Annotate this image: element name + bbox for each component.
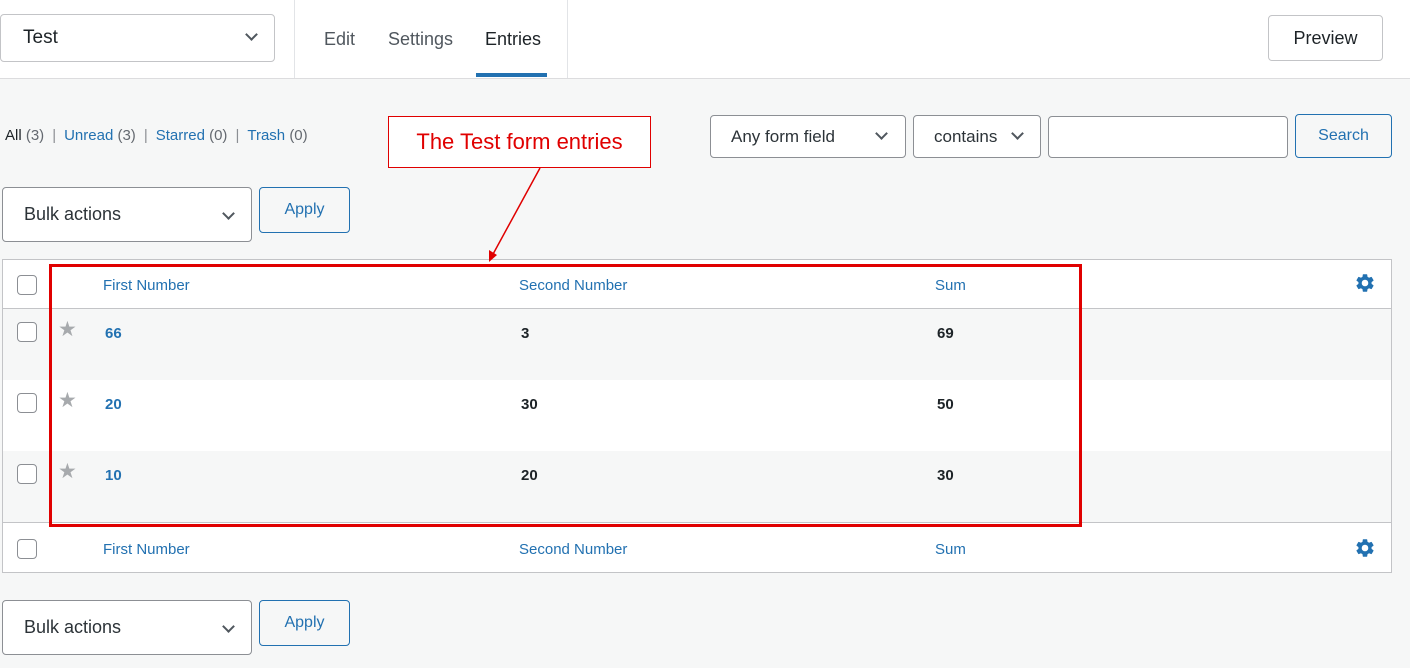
divider bbox=[294, 0, 295, 78]
gear-icon[interactable] bbox=[1354, 272, 1376, 294]
select-all-checkbox-bottom[interactable] bbox=[17, 539, 37, 559]
chevron-down-icon bbox=[1011, 127, 1024, 140]
row-checkbox[interactable] bbox=[17, 322, 37, 342]
apply-button-top[interactable]: Apply bbox=[259, 187, 350, 233]
apply-button-bottom[interactable]: Apply bbox=[259, 600, 350, 646]
row-checkbox[interactable] bbox=[17, 393, 37, 413]
active-tab-indicator bbox=[476, 73, 547, 77]
filter-starred[interactable]: Starred (0) bbox=[156, 127, 228, 144]
form-selector-value: Test bbox=[23, 27, 58, 48]
filter-unread-count: (3) bbox=[117, 127, 136, 144]
chevron-down-icon bbox=[245, 28, 258, 41]
preview-button[interactable]: Preview bbox=[1268, 15, 1383, 61]
search-input[interactable] bbox=[1048, 116, 1288, 158]
filter-trash[interactable]: Trash (0) bbox=[247, 127, 307, 144]
filter-trash-count: (0) bbox=[289, 127, 308, 144]
tab-settings[interactable]: Settings bbox=[388, 0, 453, 78]
search-operator-select[interactable]: contains bbox=[913, 115, 1041, 158]
chevron-down-icon bbox=[222, 620, 235, 633]
table-footer: First Number Second Number Sum bbox=[3, 522, 1391, 572]
status-filters: All (3) | Unread (3) | Starred (0) | Trash (0) bbox=[5, 127, 308, 144]
filter-separator: | bbox=[52, 127, 57, 144]
chevron-down-icon bbox=[222, 207, 235, 220]
tab-edit[interactable]: Edit bbox=[324, 0, 355, 78]
filter-all[interactable]: All (3) bbox=[5, 127, 44, 144]
top-bar: Test Edit Settings Entries Preview bbox=[0, 0, 1410, 79]
bulk-actions-select-bottom[interactable]: Bulk actions bbox=[2, 600, 252, 655]
search-field-select-value: Any form field bbox=[731, 127, 835, 146]
annotation-label: The Test form entries bbox=[388, 116, 651, 168]
tab-entries[interactable]: Entries bbox=[485, 0, 541, 78]
annotation-highlight-box bbox=[49, 264, 1082, 527]
search-field-select[interactable]: Any form field bbox=[710, 115, 906, 158]
column-footer-first-number[interactable]: First Number bbox=[103, 541, 190, 558]
bulk-actions-value: Bulk actions bbox=[24, 204, 122, 224]
column-footer-second-number[interactable]: Second Number bbox=[519, 541, 627, 558]
column-footer-sum[interactable]: Sum bbox=[935, 541, 966, 558]
bulk-actions-select-top[interactable]: Bulk actions bbox=[2, 187, 252, 242]
gear-icon[interactable] bbox=[1354, 537, 1376, 559]
divider bbox=[567, 0, 568, 78]
filter-all-count: (3) bbox=[25, 127, 45, 144]
filter-separator: | bbox=[143, 127, 148, 144]
chevron-down-icon bbox=[875, 127, 888, 140]
form-selector[interactable]: Test bbox=[0, 14, 275, 62]
select-all-checkbox[interactable] bbox=[17, 275, 37, 295]
row-checkbox[interactable] bbox=[17, 464, 37, 484]
filter-unread[interactable]: Unread (3) bbox=[64, 127, 136, 144]
search-operator-select-value: contains bbox=[934, 127, 998, 146]
filter-separator: | bbox=[235, 127, 240, 144]
filter-starred-count: (0) bbox=[209, 127, 228, 144]
search-button[interactable]: Search bbox=[1295, 114, 1392, 158]
bulk-actions-value: Bulk actions bbox=[24, 617, 122, 637]
